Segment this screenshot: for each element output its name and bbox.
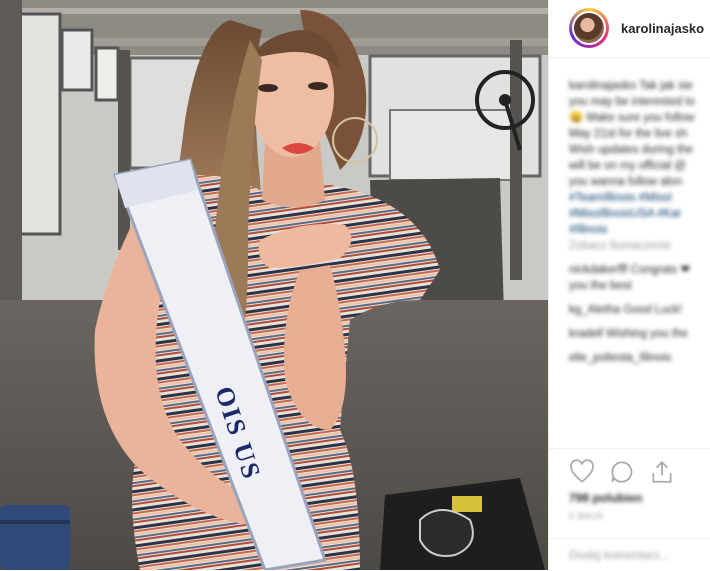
caption-line: you wanna follow alon bbox=[569, 176, 683, 188]
post-date: 5 MAJA bbox=[569, 511, 604, 521]
comment-input[interactable]: Dodaj komentarz... bbox=[569, 548, 670, 562]
caption-area: karolinajasko Tak jak sie you may be int… bbox=[569, 78, 710, 366]
post-actions: 798 polubien 5 MAJA bbox=[549, 448, 710, 549]
comment-line: kg_Aletha Good Luck! bbox=[569, 304, 683, 316]
comment-line: kradell Wishing you the bbox=[569, 328, 688, 340]
caption-line: May 21st for the live sh bbox=[569, 128, 688, 140]
share-icon[interactable] bbox=[649, 459, 675, 485]
avatar[interactable] bbox=[569, 8, 609, 48]
caption-line: 😀 Make sure you follow bbox=[569, 112, 695, 124]
hashtag-line[interactable]: #Illinois bbox=[569, 222, 710, 238]
post-header: karolinajasko bbox=[549, 0, 710, 58]
hashtag-line[interactable]: #TeamIllinois #MissI bbox=[569, 190, 710, 206]
comment-icon[interactable] bbox=[609, 459, 635, 485]
translate-link[interactable]: Zobacz tlumaczenie bbox=[569, 238, 710, 254]
comment-box[interactable]: Dodaj komentarz... bbox=[549, 538, 710, 571]
comment-line: elie_poliesta_Illinois bbox=[569, 352, 672, 364]
caption-line: karolinajasko Tak jak sie bbox=[569, 80, 693, 92]
comment-line: nickdakerfff Congrats ❤ bbox=[569, 264, 691, 276]
caption-line: Wish updates during the bbox=[569, 144, 694, 156]
caption-line: you may be interested to bbox=[569, 96, 695, 108]
caption-line: will be on my official @ bbox=[569, 160, 686, 172]
comment-line: you the best bbox=[569, 280, 632, 292]
post-side-panel: karolinajasko karolinajasko Tak jak sie … bbox=[548, 0, 710, 570]
heart-icon[interactable] bbox=[569, 459, 595, 485]
hashtag-line[interactable]: #MissIllinoisUSA #Kar bbox=[569, 206, 710, 222]
post-photo[interactable]: OIS US bbox=[0, 0, 548, 570]
username-link[interactable]: karolinajasko bbox=[621, 21, 704, 36]
likes-count[interactable]: 798 polubien bbox=[569, 491, 642, 505]
photo-scene: OIS US bbox=[0, 0, 548, 570]
